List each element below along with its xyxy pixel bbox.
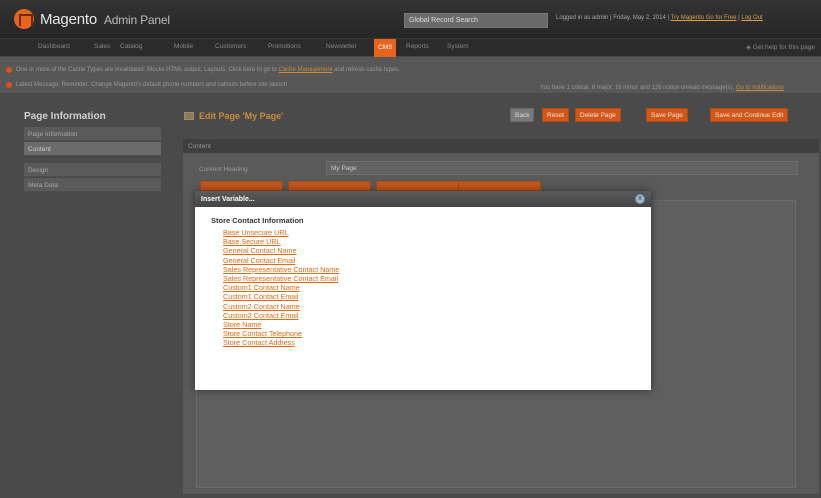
variable-group-title: Store Contact Information <box>211 216 304 225</box>
variable-custom2-contact-email[interactable]: Custom2 Contact Email <box>223 311 651 320</box>
content-heading-input[interactable]: My Page <box>326 161 798 175</box>
admin-header: Magento Admin Panel Global Record Search… <box>0 0 821 38</box>
nav-item-newsletter[interactable]: Newsletter <box>326 43 357 50</box>
global-search-input[interactable]: Global Record Search <box>404 13 548 28</box>
nav-item-reports[interactable]: Reports <box>406 43 429 50</box>
close-icon[interactable]: x <box>635 194 645 204</box>
content-heading-label: Content Heading <box>199 166 248 173</box>
reset-button[interactable]: Reset <box>542 108 569 122</box>
nav-item-system[interactable]: System <box>447 43 469 50</box>
variable-general-contact-email[interactable]: General Contact Email <box>223 256 651 265</box>
logo-text: Magento <box>40 10 97 28</box>
nav-item-cms[interactable]: CMS <box>374 39 397 57</box>
error-icon <box>6 67 12 73</box>
variable-custom2-contact-name[interactable]: Custom2 Contact Name <box>223 302 651 311</box>
variable-store-name[interactable]: Store Name <box>223 320 651 329</box>
nav-item-sales[interactable]: Sales <box>94 43 110 50</box>
page-icon <box>184 112 194 120</box>
nav-item-customers[interactable]: Customers <box>215 43 246 50</box>
try-magento-link[interactable]: Try Magento Go for Free <box>671 15 737 21</box>
page-title: Edit Page 'My Page' <box>184 111 283 121</box>
cache-message-text: One or more of the Cache Types are inval… <box>16 67 277 73</box>
main-nav: Dashboard Sales Catalog Mobile Customers… <box>0 38 821 57</box>
error-icon <box>6 82 12 88</box>
magento-logo[interactable]: Magento Admin Panel <box>14 9 170 29</box>
notifications-link[interactable]: Go to notifications <box>736 85 784 91</box>
latest-message: Latest Message: Reminder: Change Magento… <box>6 82 287 88</box>
sidebar-tab-design[interactable]: Design <box>24 163 161 177</box>
variable-base-secure-url[interactable]: Base Secure URL <box>223 237 651 246</box>
nav-item-mobile[interactable]: Mobile <box>174 43 193 50</box>
page-title-text: Edit Page 'My Page' <box>199 111 284 121</box>
save-continue-button[interactable]: Save and Continue Edit <box>710 108 789 122</box>
notifications-summary: You have 1 critical, 8 major, 16 minor a… <box>540 85 784 91</box>
nav-item-catalog[interactable]: Catalog <box>120 43 142 50</box>
cache-management-link[interactable]: Cache Management <box>278 67 332 73</box>
nav-item-promotions[interactable]: Promotions <box>268 43 301 50</box>
sidebar-tab-content[interactable]: Content <box>24 142 161 156</box>
dialog-header: Insert Variable... x <box>195 191 651 207</box>
variable-sales-rep-contact-email[interactable]: Sales Representative Contact Email <box>223 274 651 283</box>
help-link-label: Get help for this page <box>752 44 815 51</box>
insert-variable-dialog: Insert Variable... x Store Contact Infor… <box>195 191 651 390</box>
variable-store-contact-telephone[interactable]: Store Contact Telephone <box>223 329 651 338</box>
dialog-title: Insert Variable... <box>201 196 255 203</box>
latest-message-text: Latest Message: Reminder: Change Magento… <box>16 82 287 88</box>
show-hide-editor-button[interactable] <box>200 181 283 191</box>
variable-custom1-contact-name[interactable]: Custom1 Contact Name <box>223 283 651 292</box>
insert-variable-button[interactable] <box>458 181 541 191</box>
logo-subtext: Admin Panel <box>103 12 170 27</box>
variable-base-unsecure-url[interactable]: Base Unsecure URL <box>223 228 651 237</box>
logout-link[interactable]: Log Out <box>741 15 762 21</box>
variable-store-contact-address[interactable]: Store Contact Address <box>223 338 651 347</box>
help-link[interactable]: ◈ Get help for this page <box>746 43 815 51</box>
sidebar-title: Page Information <box>24 111 106 122</box>
sidebar-tab-page-information[interactable]: Page Information <box>24 127 161 141</box>
cache-message-end: and refresh cache types. <box>334 67 400 73</box>
sidebar-tab-meta-data[interactable]: Meta Data <box>24 178 161 192</box>
delete-page-button[interactable]: Delete Page <box>575 108 621 122</box>
insert-image-button[interactable] <box>376 181 459 191</box>
content-section-header: Content <box>183 139 819 153</box>
header-user-info: Logged in as admin | Friday, May 2, 2014… <box>556 15 763 21</box>
save-page-button[interactable]: Save Page <box>646 108 688 122</box>
nav-item-dashboard[interactable]: Dashboard <box>38 43 70 50</box>
insert-widget-button[interactable] <box>288 181 371 191</box>
variable-general-contact-name[interactable]: General Contact Name <box>223 246 651 255</box>
variable-custom1-contact-email[interactable]: Custom1 Contact Email <box>223 292 651 301</box>
back-button[interactable]: Back <box>510 108 535 122</box>
notifications-text: You have 1 critical, 8 major, 16 minor a… <box>540 85 735 91</box>
variable-list: Base Unsecure URL Base Secure URL Genera… <box>211 228 651 348</box>
logged-in-text: Logged in as admin | Friday, May 2, 2014… <box>556 15 670 21</box>
variable-sales-rep-contact-name[interactable]: Sales Representative Contact Name <box>223 265 651 274</box>
dialog-body: Store Contact Information Base Unsecure … <box>195 207 651 348</box>
magento-logo-icon <box>14 9 34 29</box>
cache-message: One or more of the Cache Types are inval… <box>6 67 400 73</box>
